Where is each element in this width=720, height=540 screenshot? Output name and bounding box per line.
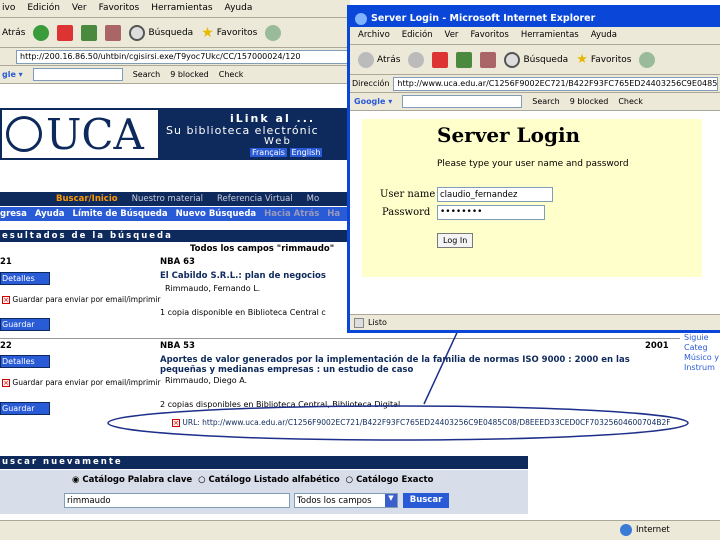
popup-menu-edit[interactable]: Edición [402, 30, 433, 40]
popup-back-button[interactable]: Atrás [358, 51, 400, 68]
popup-refresh-icon[interactable] [456, 51, 473, 68]
login-heading: Server Login [437, 123, 581, 147]
search-submit-button[interactable]: Buscar [403, 493, 449, 508]
login-prompt: Please type your user name and password [437, 159, 629, 169]
popup-address-bar: Dirección http://www.uca.edu.ar/C1256F90… [350, 75, 720, 93]
popup-check[interactable]: Check [618, 97, 643, 106]
popup-search-button[interactable]: Búsqueda [504, 51, 568, 68]
radio-palabra-clave[interactable]: ◉ Catálogo Palabra clave [72, 475, 192, 485]
popup-google-input[interactable] [402, 95, 523, 108]
popup-menu-view[interactable]: Ver [445, 30, 459, 40]
user-name-field[interactable]: claudio_fernandez [437, 187, 553, 202]
popup-menu-help[interactable]: Ayuda [591, 30, 617, 40]
search-query-input[interactable]: rimmaudo [64, 493, 290, 508]
popup-google-bar: Google ▾ Search 9 blocked Check [350, 93, 720, 111]
popup-window: Server Login - Microsoft Internet Explor… [347, 5, 720, 333]
popup-address-input[interactable]: http://www.uca.edu.ar/C1256F9002EC721/B4… [393, 76, 718, 91]
popup-star-icon: ★ [576, 52, 588, 67]
popup-google-search[interactable]: Search [532, 97, 559, 106]
popup-menu-tools[interactable]: Herramientas [521, 30, 579, 40]
radio-exacto[interactable]: ○ Catálogo Exacto [346, 475, 434, 485]
popup-menu-bar: Archivo Edición Ver Favoritos Herramientas Ay… [350, 27, 720, 45]
user-name-label: User name [380, 189, 436, 200]
search-again-header: uscar nuevamente [0, 456, 528, 469]
password-field[interactable]: •••••••• [437, 205, 545, 220]
popup-status-bar: Listo [350, 314, 720, 330]
internet-zone-icon [620, 524, 632, 536]
back-icon [358, 51, 374, 68]
popup-content: Server Login Please type your user name … [350, 111, 720, 315]
popup-menu-file[interactable]: Archivo [358, 30, 390, 40]
popup-search-icon [504, 51, 521, 68]
popup-title: Server Login - Microsoft Internet Explor… [371, 13, 596, 24]
search-type-radios: ◉ Catálogo Palabra clave ○ Catálogo List… [72, 475, 433, 485]
page-icon [354, 317, 364, 328]
bg-status-text: Internet [636, 525, 670, 535]
popup-blocked[interactable]: 9 blocked [570, 97, 609, 106]
chevron-down-icon: ▼ [385, 494, 397, 507]
login-button[interactable]: Log In [437, 233, 474, 248]
popup-forward-icon[interactable] [408, 51, 425, 68]
login-panel: Server Login Please type your user name … [362, 119, 702, 277]
popup-titlebar: Server Login - Microsoft Internet Explor… [350, 5, 720, 27]
popup-menu-favorites[interactable]: Favoritos [470, 30, 508, 40]
popup-google-logo: Google ▾ [354, 97, 393, 106]
popup-status-text: Listo [368, 318, 387, 327]
ie-logo-icon [355, 12, 367, 25]
highlight-ellipse [107, 405, 689, 441]
bg-status-bar: Internet [0, 520, 720, 540]
popup-address-label: Dirección [352, 79, 390, 88]
popup-stop-icon[interactable] [432, 51, 449, 68]
radio-listado-alfabetico[interactable]: ○ Catálogo Listado alfabético [198, 475, 340, 485]
popup-favorites-button[interactable]: ★ Favoritos [576, 52, 631, 67]
popup-home-icon[interactable] [480, 51, 497, 68]
search-field-select[interactable]: Todos los campos ▼ [294, 493, 398, 508]
popup-history-icon[interactable] [639, 51, 656, 68]
password-label: Password [382, 207, 431, 218]
popup-toolbar: Atrás Búsqueda ★ Favoritos [350, 45, 720, 75]
